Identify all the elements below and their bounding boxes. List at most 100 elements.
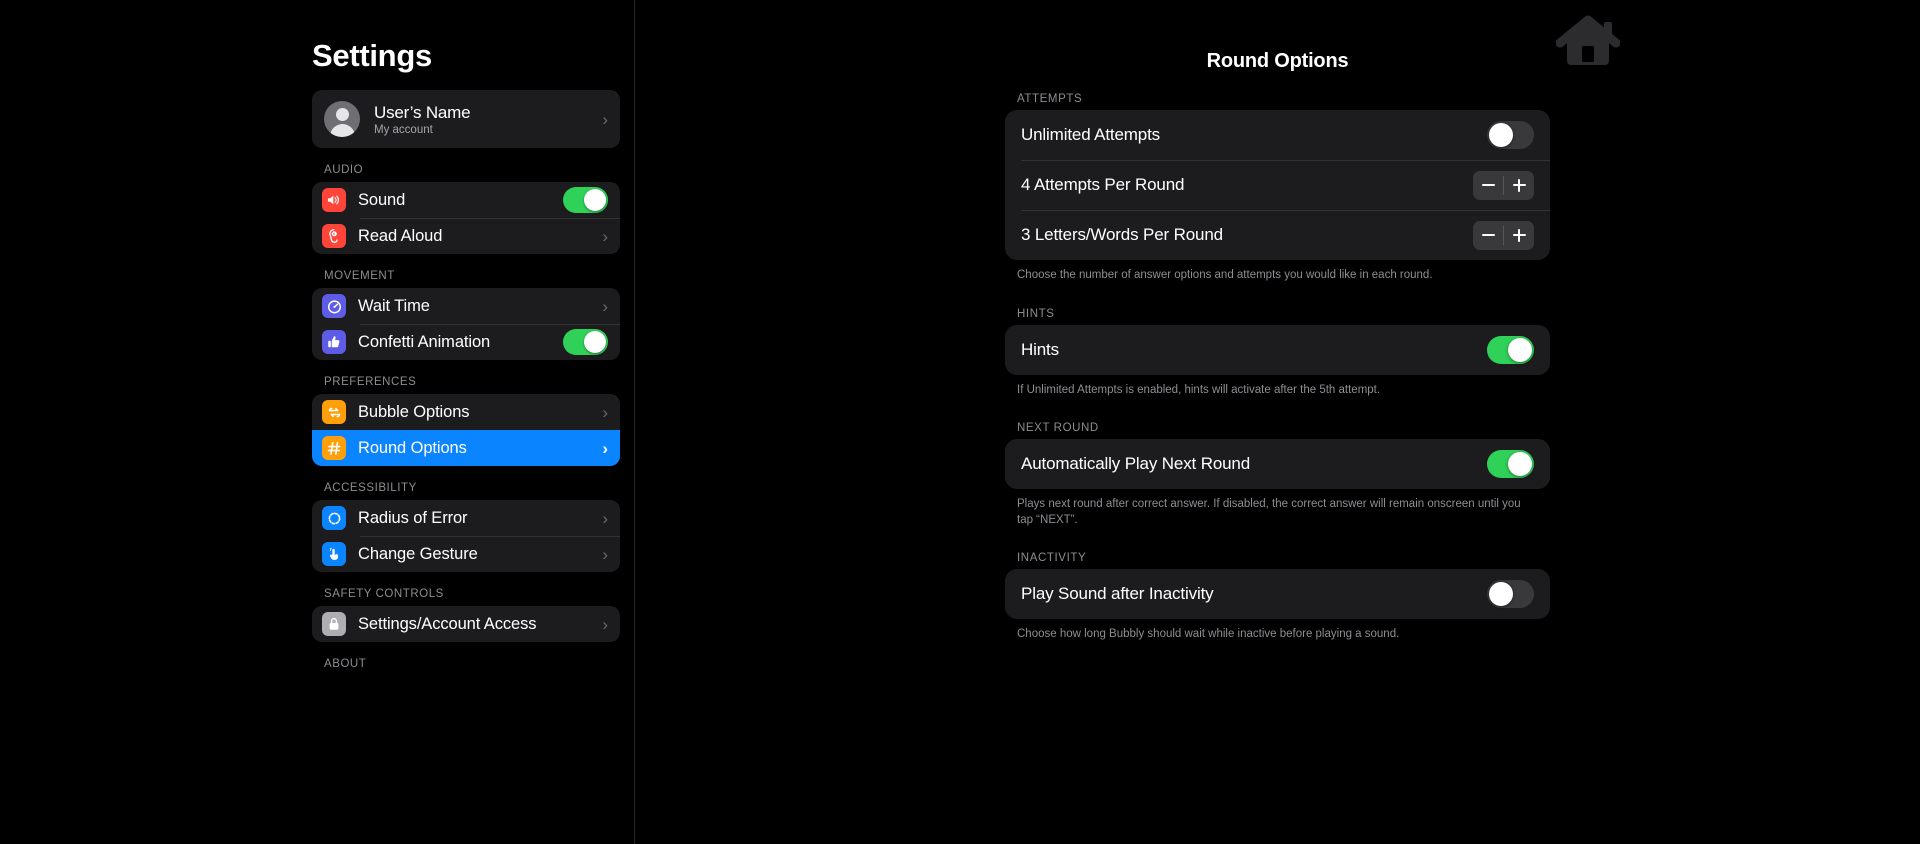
sidebar-card: Bubble Options › Round Options › xyxy=(312,394,620,466)
chevron-right-icon: › xyxy=(602,544,608,564)
stepper-increment-button[interactable] xyxy=(1504,171,1534,200)
sidebar-group: ABOUT xyxy=(312,658,618,670)
sidebar-group: ACCESSIBILITY Radius of Error › Change Gest… xyxy=(312,482,620,572)
section-card: Play Sound after Inactivity xyxy=(1005,569,1550,620)
sidebar-group-header: ABOUT xyxy=(324,658,367,670)
home-house-icon[interactable] xyxy=(1556,13,1620,73)
setting-label: 3 Letters/Words Per Round xyxy=(1021,225,1223,244)
account-name: User’s Name xyxy=(374,102,471,122)
setting-row[interactable]: Unlimited Attempts xyxy=(1005,110,1550,160)
sidebar-item-label: Settings/Account Access xyxy=(358,614,537,633)
setting-label: Unlimited Attempts xyxy=(1021,125,1161,144)
setting-label: Hints xyxy=(1021,339,1059,359)
sidebar-item-sound[interactable]: Sound xyxy=(312,182,620,218)
thumbs-up-icon xyxy=(322,330,346,354)
sidebar-item-label: Change Gesture xyxy=(358,544,478,563)
setting-row[interactable]: Automatically Play Next Round xyxy=(1005,439,1550,489)
sidebar-item-change-gesture[interactable]: Change Gesture › xyxy=(312,536,620,572)
setting-row[interactable]: 3 Letters/Words Per Round xyxy=(1005,210,1550,260)
round-options-sheet: ATTEMPTS Unlimited Attempts 4 Attempts Per… xyxy=(1005,73,1550,643)
sidebar-item-label: Wait Time xyxy=(358,296,430,315)
hand-tap-icon xyxy=(322,542,346,566)
sidebar-item-label: Sound xyxy=(358,190,406,209)
sidebar-item-settings-account-access[interactable]: Settings/Account Access › xyxy=(312,606,620,642)
sidebar-group-header: PREFERENCES xyxy=(324,376,417,388)
section-header: NEXT ROUND xyxy=(1017,422,1099,435)
dashed-circle-icon xyxy=(322,506,346,530)
setting-label: Play Sound after Inactivity xyxy=(1021,584,1214,604)
stepper-increment-button[interactable] xyxy=(1504,221,1534,250)
settings-section: NEXT ROUND Automatically Play Next Round P… xyxy=(1005,422,1550,528)
setting-label: 4 Attempts Per Round xyxy=(1021,175,1185,194)
speaker-wave-icon xyxy=(322,188,346,212)
toggle-switch[interactable] xyxy=(563,329,608,355)
toggle-switch[interactable] xyxy=(1487,335,1534,364)
toggle-switch[interactable] xyxy=(1487,121,1534,149)
section-header: ATTEMPTS xyxy=(1017,93,1083,105)
toggle-switch[interactable] xyxy=(1487,580,1534,609)
sidebar-group-header: ACCESSIBILITY xyxy=(324,482,417,494)
sidebar-item-confetti-animation[interactable]: Confetti Animation xyxy=(312,324,620,360)
settings-app: Settings User’s Name My account › AUDIO S… xyxy=(0,0,1920,844)
settings-section: HINTS Hints If Unlimited Attempts is enabl… xyxy=(1005,308,1550,399)
sidebar-item-round-options[interactable]: Round Options › xyxy=(312,430,620,466)
sidebar-group-header: SAFETY CONTROLS xyxy=(324,588,444,600)
setting-row[interactable]: Hints xyxy=(1005,325,1550,375)
sidebar-item-read-aloud[interactable]: Read Aloud › xyxy=(312,218,620,254)
sidebar-item-label: Round Options xyxy=(358,438,467,457)
section-footer: If Unlimited Attempts is enabled, hints … xyxy=(1017,383,1381,396)
settings-section: ATTEMPTS Unlimited Attempts 4 Attempts Per… xyxy=(1005,93,1550,284)
sidebar-group: MOVEMENT Wait Time › Confetti Animation xyxy=(312,270,620,360)
section-card: Automatically Play Next Round xyxy=(1005,439,1550,490)
sidebar-item-label: Radius of Error xyxy=(358,508,468,527)
stepper-decrement-button[interactable] xyxy=(1473,221,1503,250)
section-footer: Choose the number of answer options and … xyxy=(1017,269,1433,281)
lock-icon xyxy=(322,612,346,636)
sidebar-item-wait-time[interactable]: Wait Time › xyxy=(312,288,620,324)
section-header: INACTIVITY xyxy=(1017,552,1087,565)
chevron-right-icon: › xyxy=(602,402,608,422)
stepper-control xyxy=(1473,170,1534,200)
page-title: Settings xyxy=(312,38,432,73)
sidebar-item-radius-of-error[interactable]: Radius of Error › xyxy=(312,500,620,536)
sidebar-card: Sound Read Aloud › xyxy=(312,182,620,254)
sidebar-group-header: AUDIO xyxy=(324,164,364,176)
toggle-switch[interactable] xyxy=(1487,450,1534,479)
sidebar-item-label: Read Aloud xyxy=(358,226,443,245)
sidebar-card: Radius of Error › Change Gesture › xyxy=(312,500,620,572)
chevron-right-icon: › xyxy=(602,109,608,129)
sidebar-item-bubble-options[interactable]: Bubble Options › xyxy=(312,394,620,430)
sidebar-group: AUDIO Sound Read Aloud › xyxy=(312,164,620,254)
chevron-right-icon: › xyxy=(602,614,608,634)
settings-section: INACTIVITY Play Sound after Inactivity Cho… xyxy=(1005,552,1550,643)
repeat-arrows-icon xyxy=(322,400,346,424)
settings-sidebar: Settings User’s Name My account › AUDIO S… xyxy=(0,0,635,844)
sidebar-groups: AUDIO Sound Read Aloud › MOVEMENT Wait Time › C… xyxy=(312,164,620,670)
section-footer: Plays next round after correct answer. I… xyxy=(1017,498,1521,526)
setting-row[interactable]: Play Sound after Inactivity xyxy=(1005,569,1550,619)
chevron-right-icon: › xyxy=(602,508,608,528)
section-card: Unlimited Attempts 4 Attempts Per Round 3 … xyxy=(1005,110,1550,260)
sidebar-item-label: Bubble Options xyxy=(358,402,470,421)
setting-row[interactable]: 4 Attempts Per Round xyxy=(1005,160,1550,210)
toggle-switch[interactable] xyxy=(563,187,608,213)
sidebar-group: PREFERENCES Bubble Options › Round Options › xyxy=(312,376,620,466)
chevron-right-icon: › xyxy=(602,296,608,316)
section-card: Hints xyxy=(1005,324,1550,375)
account-subtitle: My account xyxy=(374,123,433,136)
sidebar-card: Wait Time › Confetti Animation xyxy=(312,288,620,360)
chevron-right-icon: › xyxy=(602,438,608,458)
account-row[interactable]: User’s Name My account › xyxy=(312,90,620,148)
sidebar-group-header: MOVEMENT xyxy=(324,270,395,282)
chevron-right-icon: › xyxy=(602,226,608,246)
sidebar-item-label: Confetti Animation xyxy=(358,332,491,351)
sidebar-group: SAFETY CONTROLS Settings/Account Access › xyxy=(312,588,620,642)
person-avatar-icon xyxy=(324,101,360,137)
ear-listen-icon xyxy=(322,224,346,248)
panel-title: Round Options xyxy=(1206,50,1349,72)
stepper-decrement-button[interactable] xyxy=(1473,171,1503,200)
sidebar-card: Settings/Account Access › xyxy=(312,606,620,642)
stopwatch-timer-icon xyxy=(322,294,346,318)
section-footer: Choose how long Bubbly should wait while… xyxy=(1017,628,1400,641)
stepper-control xyxy=(1473,220,1534,250)
